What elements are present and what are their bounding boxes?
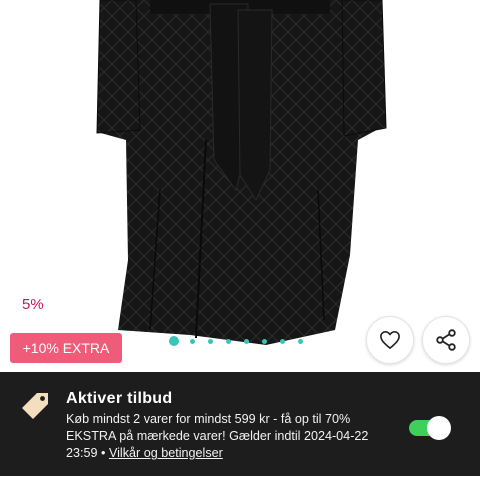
toggle-knob — [427, 416, 451, 440]
heart-icon — [380, 331, 400, 349]
carousel-dot[interactable] — [190, 338, 195, 344]
offer-description: Køb mindst 2 varer for mindst 599 kr - f… — [66, 411, 396, 462]
carousel-dot[interactable] — [280, 338, 285, 344]
carousel-dot[interactable] — [244, 338, 249, 344]
product-image-area[interactable]: 5% +10% EXTRA — [0, 0, 480, 372]
terms-link[interactable]: Vilkår og betingelser — [109, 446, 223, 460]
carousel-dot[interactable] — [208, 338, 213, 344]
carousel-dot[interactable] — [169, 336, 179, 346]
share-button[interactable] — [422, 316, 470, 364]
extra-discount-badge: +10% EXTRA — [10, 333, 122, 363]
offer-toggle[interactable] — [409, 416, 451, 440]
carousel-dot[interactable] — [226, 338, 231, 344]
product-image — [96, 0, 387, 345]
carousel-dot[interactable] — [262, 338, 267, 344]
carousel-indicator[interactable] — [169, 336, 316, 346]
favorite-button[interactable] — [366, 316, 414, 364]
bottom-edge — [0, 476, 480, 480]
discount-percentage: 5% — [22, 296, 44, 313]
offer-title: Aktiver tilbud — [66, 390, 173, 407]
price-tag-icon — [22, 393, 48, 419]
carousel-dot[interactable] — [298, 338, 303, 344]
share-icon — [436, 329, 456, 351]
